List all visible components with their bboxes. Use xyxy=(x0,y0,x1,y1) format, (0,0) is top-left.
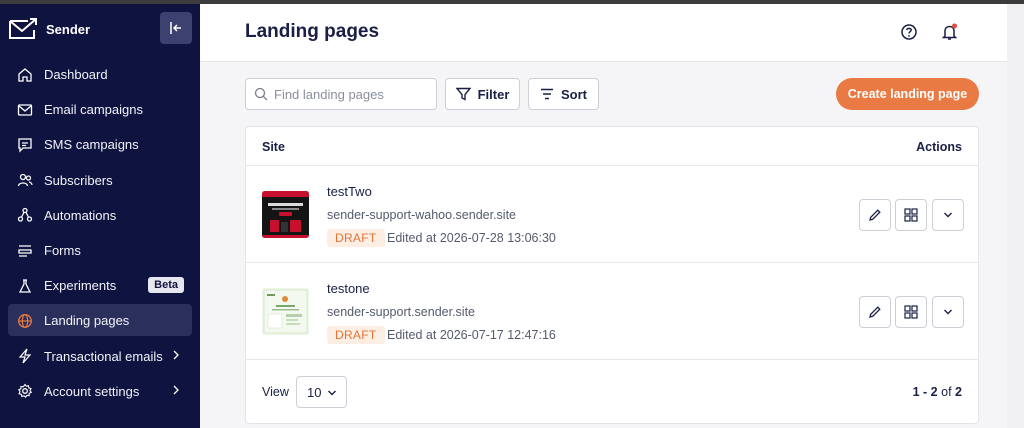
page-domain: sender-support-wahoo.sender.site xyxy=(327,208,517,222)
dashboard-button[interactable] xyxy=(895,199,927,231)
create-landing-page-button[interactable]: Create landing page xyxy=(836,78,979,110)
sidebar-item-label: SMS campaigns xyxy=(44,137,139,153)
sidebar-item-sms-campaigns[interactable]: SMS campaigns xyxy=(0,127,200,162)
chevron-down-icon xyxy=(328,390,336,396)
edited-timestamp: Edited at 2026-07-17 12:47:16 xyxy=(387,328,556,342)
status-badge: DRAFT xyxy=(327,229,385,247)
divider xyxy=(246,359,978,360)
table-row[interactable]: testTwo sender-support-wahoo.sender.site… xyxy=(246,166,978,262)
page-preview-image xyxy=(262,288,309,335)
search-field[interactable] xyxy=(245,78,437,110)
brand-name: Sender xyxy=(46,21,91,37)
page-header: Landing pages xyxy=(200,4,1007,62)
help-icon[interactable] xyxy=(900,23,918,41)
landing-pages-table: Site Actions testTwo sender-support-waho… xyxy=(245,126,979,424)
collapse-sidebar-button[interactable] xyxy=(160,12,192,44)
grid-icon xyxy=(904,305,918,319)
page-preview-image xyxy=(262,191,309,238)
sidebar-item-label: Automations xyxy=(44,207,117,223)
chevron-right-icon xyxy=(173,350,179,359)
sidebar-item-dashboard[interactable]: Dashboard xyxy=(0,57,200,92)
more-actions-button[interactable] xyxy=(932,199,964,231)
edited-timestamp: Edited at 2026-07-28 13:06:30 xyxy=(387,231,556,245)
form-icon xyxy=(16,242,34,260)
sidebar-nav: Dashboard Email campaigns SMS campaigns … xyxy=(0,57,200,409)
flask-icon xyxy=(16,277,34,295)
sidebar-item-label: Experiments xyxy=(44,278,117,294)
more-actions-button[interactable] xyxy=(932,296,964,328)
sidebar-item-experiments[interactable]: Experiments Beta xyxy=(0,268,200,303)
users-icon xyxy=(16,171,34,189)
pagination-of: of xyxy=(941,385,952,399)
sidebar-item-label: Email campaigns xyxy=(44,102,143,118)
sidebar-item-account-settings[interactable]: Account settings xyxy=(0,374,200,409)
chat-bubble-icon xyxy=(16,136,34,154)
workflow-icon xyxy=(16,206,34,224)
sort-label: Sort xyxy=(561,86,587,102)
globe-icon xyxy=(16,312,34,330)
envelope-icon xyxy=(16,101,34,119)
page-name[interactable]: testTwo xyxy=(327,184,372,199)
sidebar-item-label: Dashboard xyxy=(44,67,108,83)
column-header-site: Site xyxy=(262,140,285,154)
pagination-total: 2 xyxy=(955,385,962,399)
page-thumbnail[interactable] xyxy=(262,288,309,335)
sidebar: Sender Dashboard Email campaigns SMS cam… xyxy=(0,4,200,428)
home-icon xyxy=(16,66,34,84)
search-input[interactable] xyxy=(274,86,424,102)
sidebar-item-automations[interactable]: Automations xyxy=(0,198,200,233)
status-badge: DRAFT xyxy=(327,326,385,344)
sidebar-item-label: Forms xyxy=(44,243,81,259)
main-content: Landing pages Filter Sort Create landing xyxy=(200,4,1007,428)
chevron-down-icon xyxy=(944,309,952,315)
lightning-icon xyxy=(16,347,34,365)
pagination-range: 1 - 2 xyxy=(912,385,938,399)
sort-lines-icon xyxy=(541,88,553,100)
page-size-value: 10 xyxy=(307,384,322,400)
table-row[interactable]: testone sender-support.sender.site DRAFT… xyxy=(246,263,978,359)
sidebar-item-label: Account settings xyxy=(44,383,140,399)
beta-badge: Beta xyxy=(148,277,184,294)
filter-funnel-icon xyxy=(455,87,471,101)
filter-button[interactable]: Filter xyxy=(445,78,520,110)
page-thumbnail[interactable] xyxy=(262,191,309,238)
pencil-icon xyxy=(869,306,881,318)
page-title: Landing pages xyxy=(245,21,380,42)
grid-icon xyxy=(904,208,918,222)
brand-logo[interactable]: Sender xyxy=(8,14,90,44)
sidebar-item-forms[interactable]: Forms xyxy=(0,233,200,268)
page-name[interactable]: testone xyxy=(327,281,370,296)
notification-bell-icon[interactable] xyxy=(940,22,960,42)
sidebar-item-landing-pages[interactable]: Landing pages xyxy=(0,303,200,338)
filter-label: Filter xyxy=(477,86,510,102)
column-header-actions: Actions xyxy=(916,140,962,154)
pencil-icon xyxy=(869,209,881,221)
view-label: View xyxy=(262,385,289,399)
window-right-edge xyxy=(1007,4,1024,428)
edit-button[interactable] xyxy=(859,199,891,231)
dashboard-button[interactable] xyxy=(895,296,927,328)
sidebar-item-label: Subscribers xyxy=(44,172,113,188)
sidebar-item-transactional-emails[interactable]: Transactional emails xyxy=(0,339,200,374)
sidebar-item-label: Landing pages xyxy=(44,313,130,329)
envelope-logo-icon xyxy=(9,18,37,39)
page-size-select[interactable]: 10 xyxy=(296,376,347,408)
chevron-down-icon xyxy=(944,212,952,218)
gear-icon xyxy=(16,382,34,400)
sidebar-item-label: Transactional emails xyxy=(44,348,163,364)
collapse-left-icon xyxy=(170,22,181,34)
edit-button[interactable] xyxy=(859,296,891,328)
search-icon xyxy=(254,87,268,101)
sort-button[interactable]: Sort xyxy=(528,78,599,110)
sidebar-item-email-campaigns[interactable]: Email campaigns xyxy=(0,92,200,127)
chevron-right-icon xyxy=(173,385,179,395)
pagination-summary: 1 - 2 of 2 xyxy=(913,385,962,399)
page-domain: sender-support.sender.site xyxy=(327,305,476,319)
sidebar-item-subscribers[interactable]: Subscribers xyxy=(0,163,200,198)
